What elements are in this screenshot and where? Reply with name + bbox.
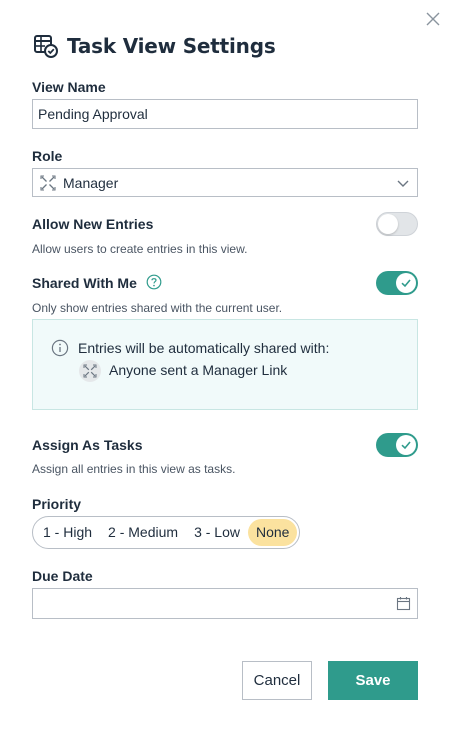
role-icon [79,360,101,382]
view-name-label: View Name [32,79,106,95]
help-icon[interactable] [146,274,162,290]
save-button[interactable]: Save [328,661,418,700]
allow-new-entries-label: Allow New Entries [32,216,154,232]
dialog-title: Task View Settings [67,34,276,58]
assign-as-tasks-label: Assign As Tasks [32,437,143,453]
shared-with-me-toggle[interactable] [376,271,418,295]
priority-segmented-control: 1 - High 2 - Medium 3 - Low None [32,516,301,549]
priority-option-high[interactable]: 1 - High [35,519,100,546]
info-icon [51,339,69,357]
assign-as-tasks-toggle[interactable] [376,433,418,457]
priority-option-low[interactable]: 3 - Low [186,519,248,546]
due-date-input[interactable] [32,588,418,619]
dialog-header: Task View Settings [33,33,276,59]
role-select[interactable]: Manager [32,168,418,197]
role-value: Manager [63,174,119,191]
due-date-label: Due Date [32,568,93,584]
toggle-knob [396,273,416,293]
role-icon [39,174,57,192]
toggle-knob [396,435,416,455]
cancel-button[interactable]: Cancel [242,661,312,700]
chevron-down-icon [395,175,411,191]
check-icon [401,279,411,288]
role-label: Role [32,148,63,164]
table-settings-icon [33,33,59,59]
calendar-icon[interactable] [396,596,411,611]
check-icon [401,441,411,450]
share-info-box: Entries will be automatically shared wit… [32,319,418,410]
shared-with-me-label: Shared With Me [32,275,137,291]
assign-as-tasks-description: Assign all entries in this view as tasks… [32,462,236,476]
close-icon[interactable] [424,10,442,28]
toggle-knob [378,214,398,234]
shared-with-me-description: Only show entries shared with the curren… [32,301,283,315]
priority-label: Priority [32,496,82,512]
share-info-text: Entries will be automatically shared wit… [78,340,330,356]
allow-new-entries-toggle[interactable] [376,212,418,236]
priority-option-none[interactable]: None [247,519,298,546]
view-name-input[interactable] [32,99,418,129]
priority-option-medium[interactable]: 2 - Medium [100,519,186,546]
share-target-text: Anyone sent a Manager Link [109,362,288,378]
allow-new-entries-description: Allow users to create entries in this vi… [32,242,248,256]
